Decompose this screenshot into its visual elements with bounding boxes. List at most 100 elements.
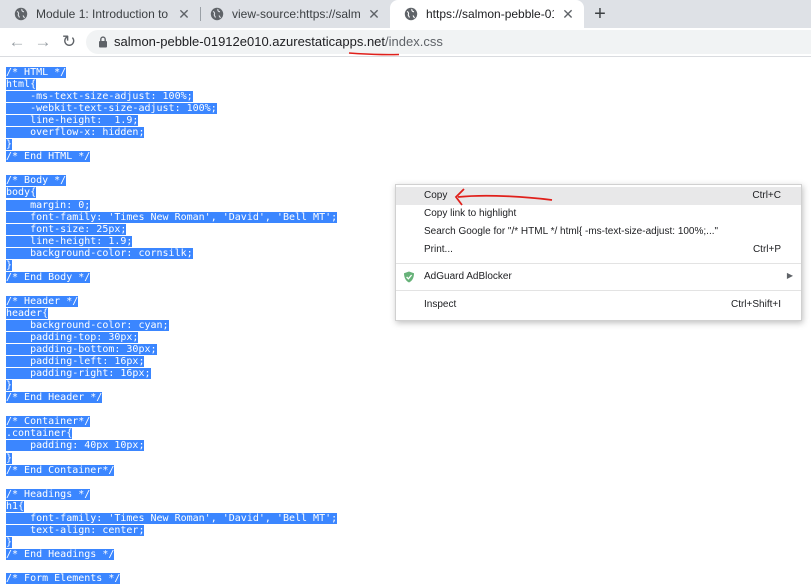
code-line: header{ [6,307,337,320]
globe-icon [404,7,418,21]
tab-title: view-source:https://salmon-pebb [232,7,360,21]
code-line: /* End Body */ [6,271,337,284]
code-line: background-color: cornsilk; [6,247,337,260]
code-line-text: line-height: 1.9; [6,235,133,247]
code-line-text: /* Form Elements */ [6,572,121,584]
address-bar[interactable]: salmon-pebble-01912e010.azurestaticapps.… [86,30,811,56]
menu-item-print[interactable]: Print... Ctrl+P [396,241,801,259]
code-line: padding-left: 16px; [6,356,337,368]
code-line-text: /* End Container*/ [6,464,115,476]
code-line-text: font-size: 25px; [6,223,127,235]
menu-item-shortcut: Ctrl+Shift+I [730,299,781,310]
code-line-text: .container{ [6,428,73,440]
code-line: margin: 0; [6,199,337,212]
code-line-text: /* End Headings */ [6,548,115,560]
code-line-text: background-color: cornsilk; [6,247,193,259]
code-line-text: padding-left: 16px; [6,356,145,368]
annotation-arrow [454,188,553,206]
code-line: /* End Header */ [6,392,337,404]
new-tab-button[interactable]: + [590,4,610,24]
tab-title: https://salmon-pebble-01912e01 [426,7,554,21]
arrow-right-icon[interactable]: → [34,33,52,51]
globe-icon [14,7,28,21]
code-line-text: } [6,536,13,548]
menu-item-adguard[interactable]: AdGuard AdBlocker ▶ [396,268,801,286]
lock-icon[interactable] [96,35,110,49]
menu-divider [396,290,801,291]
code-line: .container{ [6,428,337,440]
code-line-text: /* Body */ [6,175,67,187]
globe-icon [210,7,224,21]
code-line: -ms-text-size-adjust: 100%; [6,91,337,103]
code-line-text: -ms-text-size-adjust: 100%; [6,91,193,103]
code-line: -webkit-text-size-adjust: 100%; [6,103,337,115]
code-line-text: padding: 40px 10px; [6,440,145,452]
code-line-text: line-height: 1.9; [6,115,139,127]
menu-item-search-google[interactable]: Search Google for "/* HTML */ html{ -ms-… [396,223,801,241]
code-line: } [6,452,337,465]
code-line-text: /* Header */ [6,295,79,307]
code-line: padding: 40px 10px; [6,440,337,452]
tab-index-css[interactable]: https://salmon-pebble-01912e01 ✕ [390,0,584,28]
code-line-text: text-align: center; [6,524,145,536]
url-text: salmon-pebble-01912e010.azurestaticapps.… [114,34,443,49]
code-line: font-size: 25px; [6,223,337,236]
chevron-right-icon: ▶ [786,271,793,280]
reload-icon[interactable]: ↻ [60,33,78,51]
tab-module-1[interactable]: Module 1: Introduction to JavaSc ✕ [0,0,200,28]
code-line: padding-right: 16px; [6,368,337,380]
url-path: /index.css [385,34,443,49]
tab-strip: Module 1: Introduction to JavaSc ✕ view-… [0,0,811,28]
code-line-text: /* Container*/ [6,416,91,428]
code-line: /* Form Elements */ [6,572,337,585]
code-line: background-color: cyan; [6,319,337,332]
menu-item-label: Copy [424,190,448,201]
close-icon[interactable]: ✕ [176,6,192,22]
code-line: /* Headings */ [6,488,337,501]
code-line-text: background-color: cyan; [6,319,169,331]
menu-item-label: Inspect [424,299,457,310]
code-line: } [6,139,337,151]
code-line-text: font-family: 'Times New Roman', 'David',… [6,211,338,223]
code-line-text: padding-right: 16px; [6,368,151,380]
code-line: padding-bottom: 30px; [6,344,337,356]
tab-view-source[interactable]: view-source:https://salmon-pebb ✕ [196,0,390,28]
code-line-text: h1{ [6,500,25,512]
code-line-text: body{ [6,187,37,199]
shield-icon [404,271,414,283]
code-line: } [6,380,337,392]
code-line-text: /* End Header */ [6,392,103,404]
code-line: /* Container*/ [6,416,337,428]
code-line: /* HTML */ [6,67,337,79]
code-line: html{ [6,79,337,91]
code-line: } [6,536,337,549]
close-icon[interactable]: ✕ [560,6,576,22]
arrow-left-icon[interactable]: ← [8,33,26,51]
code-line: /* Header */ [6,295,337,308]
code-line: /* End Headings */ [6,548,337,561]
code-line: } [6,259,337,272]
code-line-text: padding-top: 30px; [6,332,139,344]
toolbar: ← → ↻ salmon-pebble-01912e010.azurestati… [0,28,811,57]
close-icon[interactable]: ✕ [366,6,382,22]
code-line-text: -webkit-text-size-adjust: 100%; [6,103,217,115]
code-line-text: overflow-x: hidden; [6,127,145,139]
menu-item-label: AdGuard AdBlocker [424,271,512,282]
menu-item-shortcut: Ctrl+P [752,244,781,255]
code-line: overflow-x: hidden; [6,127,337,139]
menu-divider [396,263,801,264]
code-line: /* End HTML */ [6,151,337,163]
code-line-text: /* End Body */ [6,271,91,283]
code-line: h1{ [6,500,337,513]
code-line-text: /* HTML */ [6,67,67,78]
page-content: /* HTML */html{ -ms-text-size-adjust: 10… [0,57,811,586]
code-line-text: /* Headings */ [6,488,91,500]
menu-item-label: Search Google for "/* HTML */ html{ -ms-… [424,226,719,237]
code-line-text: margin: 0; [6,199,91,211]
code-line-text: } [6,452,13,464]
code-line: text-align: center; [6,524,337,537]
menu-item-inspect[interactable]: Inspect Ctrl+Shift+I [396,296,801,314]
